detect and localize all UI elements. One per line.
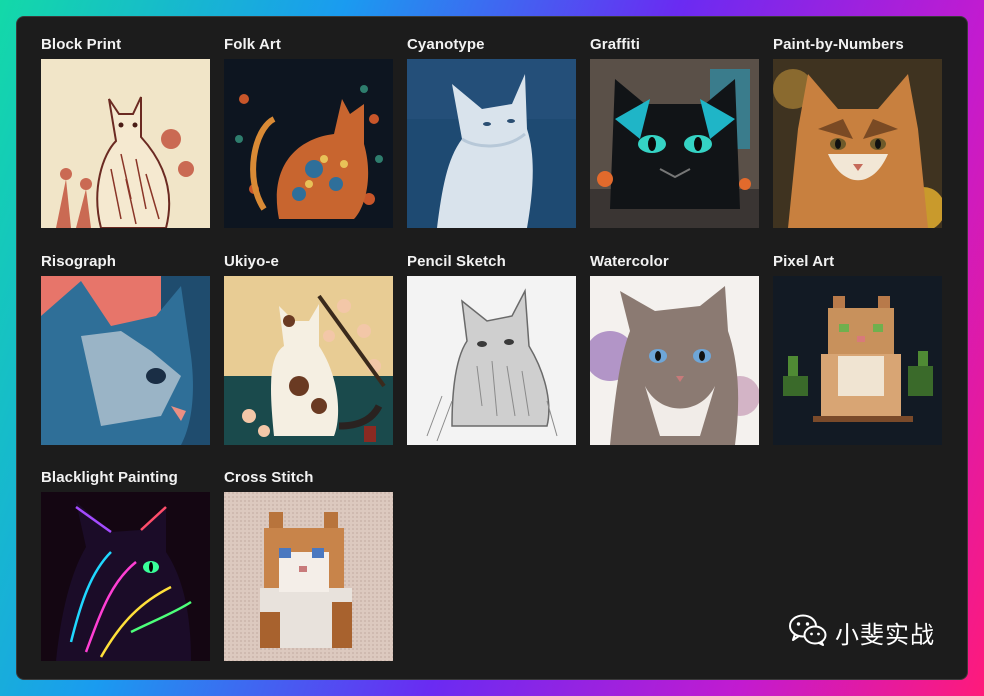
- gallery-item-ukiyo-e[interactable]: Ukiyo-e: [224, 253, 394, 445]
- gallery-item-label: Graffiti: [590, 36, 640, 53]
- gallery-item-label: Pixel Art: [773, 253, 835, 270]
- block-print-cat-image[interactable]: [41, 59, 210, 228]
- pixel-art-cat-image[interactable]: [773, 276, 942, 445]
- ukiyo-e-cat-image[interactable]: [224, 276, 393, 445]
- gallery-item-cross-stitch[interactable]: Cross Stitch: [224, 469, 394, 661]
- gallery-item-label: Cyanotype: [407, 36, 485, 53]
- gallery-item-graffiti[interactable]: Graffiti: [590, 36, 760, 228]
- style-gallery-panel: Block Print Folk Art Cyanotype Graffiti …: [16, 16, 968, 680]
- watercolor-cat-image[interactable]: [590, 276, 759, 445]
- gallery-item-blacklight-painting[interactable]: Blacklight Painting: [41, 469, 211, 661]
- gallery-item-paint-by-numbers[interactable]: Paint-by-Numbers: [773, 36, 943, 228]
- paint-by-numbers-cat-image[interactable]: [773, 59, 942, 228]
- watermark-text: 小斐实战: [835, 621, 935, 649]
- cross-stitch-cat-image[interactable]: [224, 492, 393, 661]
- pencil-sketch-cat-image[interactable]: [407, 276, 576, 445]
- gallery-item-label: Block Print: [41, 36, 122, 53]
- folk-art-cat-image[interactable]: [224, 59, 393, 228]
- gallery-item-cyanotype[interactable]: Cyanotype: [407, 36, 577, 228]
- gallery-item-label: Pencil Sketch: [407, 253, 506, 270]
- wechat-icon: [789, 614, 827, 651]
- gallery-item-label: Folk Art: [224, 36, 281, 53]
- gallery-item-folk-art[interactable]: Folk Art: [224, 36, 394, 228]
- gallery-item-label: Risograph: [41, 253, 117, 270]
- gallery-item-label: Blacklight Painting: [41, 469, 178, 486]
- gallery-item-label: Cross Stitch: [224, 469, 314, 486]
- graffiti-cat-image[interactable]: [590, 59, 759, 228]
- blacklight-painting-cat-image[interactable]: [41, 492, 210, 661]
- gallery-item-risograph[interactable]: Risograph: [41, 253, 211, 445]
- gallery-item-watercolor[interactable]: Watercolor: [590, 253, 760, 445]
- cyanotype-cat-image[interactable]: [407, 59, 576, 228]
- wechat-watermark: 小斐实战: [789, 614, 935, 651]
- gallery-item-pixel-art[interactable]: Pixel Art: [773, 253, 943, 445]
- gallery-item-pencil-sketch[interactable]: Pencil Sketch: [407, 253, 577, 445]
- gallery-item-label: Paint-by-Numbers: [773, 36, 904, 53]
- gallery-item-block-print[interactable]: Block Print: [41, 36, 211, 228]
- risograph-cat-image[interactable]: [41, 276, 210, 445]
- gallery-item-label: Watercolor: [590, 253, 669, 270]
- gallery-item-label: Ukiyo-e: [224, 253, 279, 270]
